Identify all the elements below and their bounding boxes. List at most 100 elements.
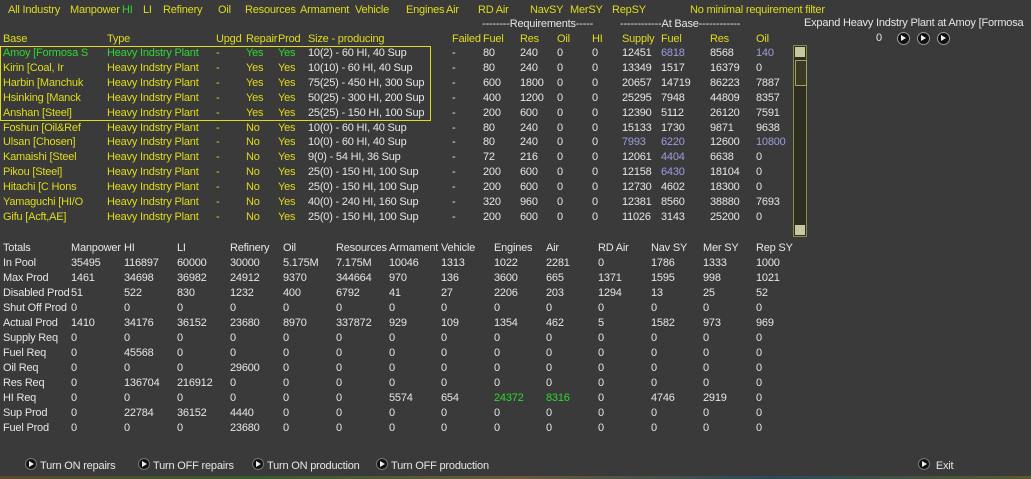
column-header-hi[interactable]: HI bbox=[592, 33, 603, 46]
expand-fastest-button[interactable] bbox=[937, 32, 950, 45]
at-base-value: 0 bbox=[756, 181, 762, 194]
expand-next-button[interactable] bbox=[897, 32, 910, 45]
column-header-size-producing[interactable]: Size - producing bbox=[308, 33, 384, 46]
totals-value: 1232 bbox=[230, 287, 254, 299]
requirement-value: 80 bbox=[483, 47, 495, 59]
base-name[interactable]: Ulsan [Chosen] bbox=[3, 136, 76, 149]
facility-type: Heavy Indstry Plant bbox=[107, 166, 199, 179]
repair-toggle[interactable]: No bbox=[246, 166, 260, 179]
menu-refinery[interactable]: Refinery bbox=[163, 4, 203, 17]
min-requirement-filter-toggle[interactable]: No minimal requirement filter bbox=[690, 4, 825, 17]
menu-resources[interactable]: Resources bbox=[245, 4, 296, 17]
totals-value: 0 bbox=[494, 407, 500, 419]
base-name[interactable]: Yamaguchi [HI/O bbox=[3, 196, 83, 209]
menu-armament[interactable]: Armament bbox=[300, 4, 349, 17]
column-header-repair[interactable]: Repair bbox=[246, 33, 277, 46]
column-header-res[interactable]: Res bbox=[520, 33, 539, 46]
totals-value: 0 bbox=[389, 332, 395, 344]
menu-vehicle[interactable]: Vehicle bbox=[355, 4, 389, 17]
menu-oil[interactable]: Oil bbox=[218, 4, 231, 17]
totals-value: 35495 bbox=[71, 257, 101, 269]
requirement-value: 80 bbox=[483, 136, 495, 149]
column-header-oil[interactable]: Oil bbox=[557, 33, 570, 46]
upgrade-status: - bbox=[216, 181, 220, 194]
menu-all-industry[interactable]: All Industry bbox=[8, 4, 60, 17]
column-header-upgd[interactable]: Upgd bbox=[216, 33, 242, 46]
totals-value: 0 bbox=[283, 347, 289, 359]
scroll-thumb[interactable] bbox=[795, 60, 807, 86]
turn-off-repairs-button[interactable]: Turn OFF repairs bbox=[138, 458, 234, 473]
totals-value: 0 bbox=[336, 407, 342, 419]
menu-repsy[interactable]: RepSY bbox=[612, 4, 646, 17]
totals-value: 203 bbox=[546, 287, 564, 299]
totals-value: 0 bbox=[756, 377, 762, 389]
repair-toggle[interactable]: No bbox=[246, 181, 260, 194]
turn-on-repairs-button[interactable]: Turn ON repairs bbox=[25, 458, 116, 473]
totals-value: 2919 bbox=[703, 392, 727, 404]
upgrade-status: - bbox=[216, 196, 220, 208]
base-name[interactable]: Pikou [Steel] bbox=[3, 166, 62, 179]
totals-value: 0 bbox=[389, 347, 395, 359]
requirement-value: 200 bbox=[483, 181, 501, 194]
button-label: Turn OFF production bbox=[391, 460, 489, 472]
column-header-prod[interactable]: Prod bbox=[278, 33, 301, 46]
arrow-right-icon bbox=[918, 458, 930, 470]
turn-on-production-button[interactable]: Turn ON production bbox=[252, 458, 360, 473]
repair-toggle[interactable]: No bbox=[246, 122, 260, 135]
requirement-value: 0 bbox=[557, 106, 563, 119]
failed-value: - bbox=[452, 47, 456, 59]
column-header-supply[interactable]: Supply bbox=[622, 33, 655, 46]
menu-navsy[interactable]: NavSY bbox=[530, 4, 563, 17]
totals-header-vehicle: Vehicle bbox=[441, 242, 476, 254]
totals-value: 13 bbox=[651, 287, 663, 299]
menu-engines[interactable]: Engines bbox=[406, 4, 445, 17]
totals-value: 3600 bbox=[494, 272, 518, 284]
totals-value: 0 bbox=[703, 377, 709, 389]
production-toggle[interactable]: Yes bbox=[278, 136, 296, 149]
upgrade-status: - bbox=[216, 151, 220, 164]
menu-li[interactable]: LI bbox=[143, 4, 152, 17]
scroll-down-arrow-icon[interactable] bbox=[795, 225, 805, 235]
column-header-fuel[interactable]: Fuel bbox=[661, 33, 682, 46]
column-header-fuel[interactable]: Fuel bbox=[483, 33, 504, 46]
totals-value: 0 bbox=[651, 332, 657, 344]
base-name[interactable]: Gifu [Acft,AE] bbox=[3, 211, 66, 224]
base-name[interactable]: Hitachi [C Hons bbox=[3, 181, 77, 194]
menu-rd-air[interactable]: RD Air bbox=[478, 4, 509, 17]
list-scrollbar[interactable] bbox=[793, 45, 807, 237]
column-header-base[interactable]: Base bbox=[3, 33, 27, 46]
base-name[interactable]: Foshun [Oil&Ref bbox=[3, 122, 81, 135]
production-toggle[interactable]: Yes bbox=[278, 211, 296, 224]
column-header-oil[interactable]: Oil bbox=[756, 33, 769, 46]
totals-value: 462 bbox=[546, 317, 564, 329]
totals-value: 0 bbox=[336, 422, 342, 434]
requirement-value: 80 bbox=[483, 61, 495, 74]
menu-mersy[interactable]: MerSY bbox=[570, 4, 603, 17]
column-header-failed[interactable]: Failed bbox=[452, 33, 481, 46]
menu-hi[interactable]: HI bbox=[122, 4, 133, 17]
repair-toggle[interactable]: No bbox=[246, 151, 260, 164]
totals-value: 0 bbox=[177, 422, 183, 434]
repair-toggle[interactable]: No bbox=[246, 136, 260, 149]
repair-toggle[interactable]: No bbox=[246, 196, 260, 209]
totals-value: 0 bbox=[651, 407, 657, 419]
totals-value: 0 bbox=[651, 347, 657, 359]
expand-fast-button[interactable] bbox=[917, 32, 930, 45]
exit-button[interactable]: Exit bbox=[918, 458, 954, 473]
column-header-type[interactable]: Type bbox=[107, 33, 130, 46]
repair-toggle[interactable]: No bbox=[246, 211, 260, 224]
turn-off-production-button[interactable]: Turn OFF production bbox=[376, 458, 489, 473]
production-toggle[interactable]: Yes bbox=[278, 181, 296, 194]
production-toggle[interactable]: Yes bbox=[278, 166, 296, 179]
menu-air[interactable]: Air bbox=[446, 4, 459, 17]
production-toggle[interactable]: Yes bbox=[278, 122, 296, 135]
totals-row-label: HI Req bbox=[3, 392, 37, 404]
totals-value: 7.175M bbox=[336, 257, 372, 269]
menu-manpower[interactable]: Manpower bbox=[70, 4, 120, 17]
scroll-up-arrow-icon[interactable] bbox=[795, 47, 805, 57]
column-header-res[interactable]: Res bbox=[710, 33, 729, 46]
totals-value: 0 bbox=[546, 332, 552, 344]
base-name[interactable]: Kamaishi [Steel bbox=[3, 151, 77, 164]
production-toggle[interactable]: Yes bbox=[278, 151, 296, 164]
production-toggle[interactable]: Yes bbox=[278, 196, 296, 209]
